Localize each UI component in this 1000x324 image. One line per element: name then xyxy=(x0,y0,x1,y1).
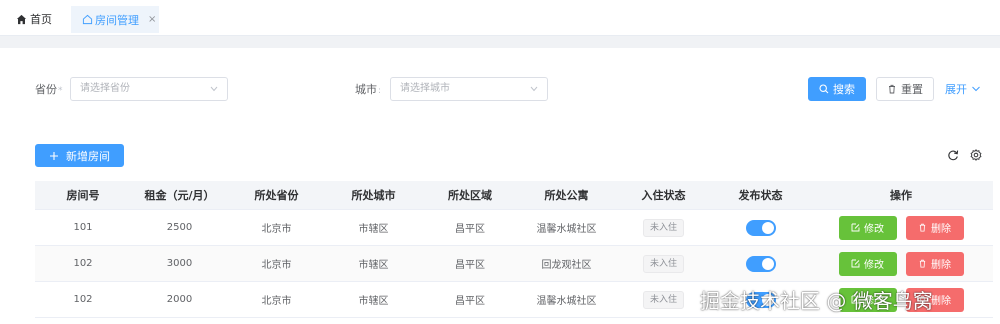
cell-city: 市辖区 xyxy=(358,260,389,271)
edit-button-label: 修改 xyxy=(864,260,884,271)
cell-room-number: 101 xyxy=(73,222,93,233)
chevron-down-icon xyxy=(972,86,980,92)
province-select[interactable]: 请选择省份 xyxy=(70,77,228,101)
delete-button[interactable]: 删除 xyxy=(905,215,964,240)
search-button[interactable]: 搜索 xyxy=(808,77,866,101)
table-row: 102 3000 北京市 市辖区 昌平区 回龙观社区 未入住 修改 删除 xyxy=(35,246,993,282)
header-district: 所处区域 xyxy=(448,189,492,202)
cell-province: 北京市 xyxy=(261,224,292,235)
reset-button[interactable]: 重置 xyxy=(876,77,934,101)
cell-district: 昌平区 xyxy=(455,224,485,235)
trash-icon xyxy=(889,84,895,94)
header-city: 所处城市 xyxy=(351,189,396,202)
close-icon[interactable]: × xyxy=(148,14,156,25)
toggle-knob xyxy=(761,221,774,234)
add-room-button[interactable]: 新增房间 xyxy=(35,144,124,167)
publish-toggle[interactable] xyxy=(745,255,776,272)
plus-icon xyxy=(50,151,58,160)
cell-actions: 修改 删除 xyxy=(809,246,993,282)
cell-apartment: 温馨水城社区 xyxy=(536,296,597,307)
tab-bar: 首页 房间管理 × xyxy=(0,0,1000,36)
tab-home[interactable]: 首页 xyxy=(16,6,52,32)
cell-room-number: 102 xyxy=(73,294,93,305)
cell-province: 北京市 xyxy=(261,260,292,271)
cell-actions: 修改 删除 xyxy=(809,210,993,246)
house-outline-icon xyxy=(82,14,93,25)
chevron-down-icon xyxy=(530,86,538,92)
status-badge: 未入住 xyxy=(642,290,684,309)
header-province: 所处省份 xyxy=(254,189,299,202)
cell-checkin-status: 未入住 xyxy=(615,210,712,246)
reset-button-label: 重置 xyxy=(901,83,923,96)
city-select[interactable]: 请选择城市 xyxy=(390,77,548,101)
cell-checkin-status: 未入住 xyxy=(615,282,712,318)
search-button-label: 搜索 xyxy=(833,83,855,96)
city-placeholder: 请选择城市 xyxy=(400,83,450,94)
city-label: 城市: xyxy=(355,83,382,96)
delete-button[interactable]: 删除 xyxy=(905,251,964,276)
table-header: 房间号 租金（元/月） 所处省份 所处城市 所处区域 所处公寓 入住状态 发布状… xyxy=(35,181,993,210)
header-rent: 租金（元/月） xyxy=(144,189,215,202)
edit-button[interactable]: 修改 xyxy=(838,251,897,276)
cell-province: 北京市 xyxy=(261,296,292,307)
tab-room-management[interactable]: 房间管理 × xyxy=(71,6,159,33)
cell-rent: 2500 xyxy=(166,222,193,233)
province-label: 省份* xyxy=(35,83,63,96)
expand-link-label: 展开 xyxy=(945,83,967,96)
table-row: 101 2500 北京市 市辖区 昌平区 温馨水城社区 未入住 修改 删除 xyxy=(35,210,993,246)
tab-room-label: 房间管理 xyxy=(95,13,139,27)
cell-publish-status xyxy=(712,246,809,282)
edit-icon xyxy=(851,223,860,232)
trash-icon xyxy=(919,259,926,268)
cell-apartment: 温馨水城社区 xyxy=(536,224,597,235)
header-publish-status: 发布状态 xyxy=(738,189,783,202)
header-actions: 操作 xyxy=(890,189,912,202)
publish-toggle[interactable] xyxy=(745,219,776,236)
cell-publish-status xyxy=(712,210,809,246)
refresh-icon[interactable] xyxy=(947,149,959,161)
cell-apartment: 回龙观社区 xyxy=(541,260,592,271)
cell-checkin-status: 未入住 xyxy=(615,246,712,282)
delete-button-label: 删除 xyxy=(931,224,951,235)
gear-icon[interactable] xyxy=(970,149,982,161)
cell-city: 市辖区 xyxy=(358,224,389,235)
edit-button-label: 修改 xyxy=(864,224,884,235)
toggle-knob xyxy=(761,257,774,270)
header-room-number: 房间号 xyxy=(66,189,100,202)
expand-link[interactable]: 展开 xyxy=(945,81,981,97)
delete-button-label: 删除 xyxy=(931,296,951,307)
header-apartment: 所处公寓 xyxy=(544,189,589,202)
content-divider xyxy=(0,36,1000,48)
tab-home-label: 首页 xyxy=(30,13,52,26)
header-checkin-status: 入住状态 xyxy=(641,189,686,202)
cell-room-number: 102 xyxy=(73,258,93,269)
watermark: 掘金技术社区 @ 微客鸟窝 xyxy=(700,289,933,313)
cell-rent: 2000 xyxy=(166,294,193,305)
cell-district: 昌平区 xyxy=(455,296,485,307)
status-badge: 未入住 xyxy=(642,254,684,273)
search-icon xyxy=(819,84,829,94)
delete-button-label: 删除 xyxy=(931,260,951,271)
cell-rent: 3000 xyxy=(166,258,193,269)
status-badge: 未入住 xyxy=(642,218,684,237)
chevron-down-icon xyxy=(210,86,218,92)
cell-district: 昌平区 xyxy=(455,260,485,271)
province-placeholder: 请选择省份 xyxy=(80,83,130,94)
add-room-button-label: 新增房间 xyxy=(66,149,110,163)
edit-button[interactable]: 修改 xyxy=(838,215,897,240)
trash-icon xyxy=(919,223,926,232)
edit-icon xyxy=(851,259,860,268)
cell-city: 市辖区 xyxy=(358,296,389,307)
home-icon xyxy=(16,14,27,24)
